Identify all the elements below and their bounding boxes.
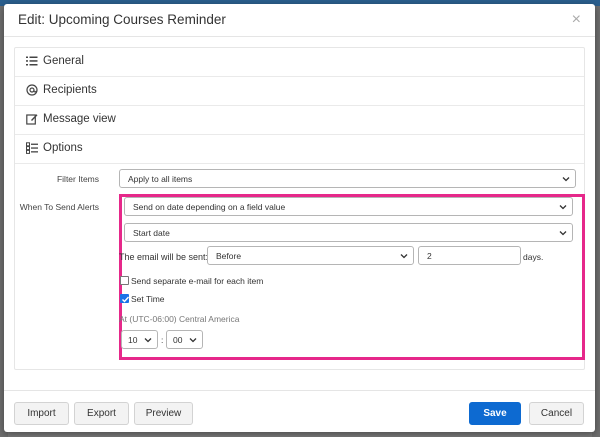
preview-button[interactable]: Preview	[134, 402, 193, 425]
when-to-send-value: Send on date depending on a field value	[133, 202, 286, 212]
edit-dialog: Edit: Upcoming Courses Reminder × Genera…	[4, 4, 595, 432]
set-time-label: Set Time	[131, 294, 165, 304]
hour-select[interactable]: 10	[121, 330, 158, 349]
section-message-view-label: Message view	[43, 113, 116, 125]
minute-select[interactable]: 00	[166, 330, 203, 349]
section-options-label: Options	[43, 142, 83, 154]
save-button[interactable]: Save	[469, 402, 521, 425]
chevron-down-icon	[559, 205, 567, 210]
chevron-down-icon	[559, 231, 567, 236]
when-to-send-label: When To Send Alerts	[19, 202, 99, 212]
days-label: days.	[523, 252, 544, 262]
section-recipients-label: Recipients	[43, 84, 97, 96]
checklist-icon	[26, 142, 38, 154]
filter-items-value: Apply to all items	[128, 174, 193, 184]
section-options[interactable]: Options	[15, 135, 584, 164]
dialog-footer: Import Export Preview Save Cancel	[4, 390, 595, 432]
dialog-title: Edit: Upcoming Courses Reminder	[18, 12, 226, 27]
edit-icon	[26, 114, 38, 125]
dialog-header: Edit: Upcoming Courses Reminder ×	[4, 4, 595, 37]
close-icon[interactable]: ×	[572, 11, 581, 29]
section-message-view[interactable]: Message view	[15, 106, 584, 135]
email-sent-value: Before	[216, 251, 242, 261]
when-to-send-select[interactable]: Send on date depending on a field value	[124, 197, 573, 216]
date-field-value: Start date	[133, 228, 170, 238]
days-input[interactable]: 2	[418, 246, 521, 265]
set-time-checkbox[interactable]	[120, 294, 130, 303]
list-icon	[26, 56, 38, 66]
section-recipients[interactable]: Recipients	[15, 77, 584, 106]
date-field-select[interactable]: Start date	[124, 223, 573, 242]
check-icon	[122, 296, 130, 303]
chevron-down-icon	[189, 338, 197, 343]
separate-email-label: Send separate e-mail for each item	[131, 276, 264, 286]
chevron-down-icon	[144, 338, 152, 343]
import-button[interactable]: Import	[14, 402, 69, 425]
cancel-button[interactable]: Cancel	[529, 402, 584, 425]
minute-value: 00	[173, 335, 183, 345]
section-general-label: General	[43, 55, 84, 67]
email-sent-select[interactable]: Before	[207, 246, 414, 265]
separate-email-checkbox[interactable]	[120, 276, 129, 285]
filter-items-select[interactable]: Apply to all items	[119, 169, 576, 188]
chevron-down-icon	[562, 177, 570, 182]
filter-items-label: Filter Items	[56, 174, 99, 184]
chevron-down-icon	[400, 254, 408, 259]
days-value: 2	[427, 251, 432, 261]
email-sent-label: The email will be sent:	[119, 252, 209, 262]
section-general[interactable]: General	[15, 48, 584, 77]
timezone-text: At (UTC-06:00) Central America	[119, 314, 240, 324]
at-icon	[26, 84, 38, 96]
time-separator: :	[161, 335, 164, 345]
export-button[interactable]: Export	[74, 402, 129, 425]
hour-value: 10	[128, 335, 138, 345]
